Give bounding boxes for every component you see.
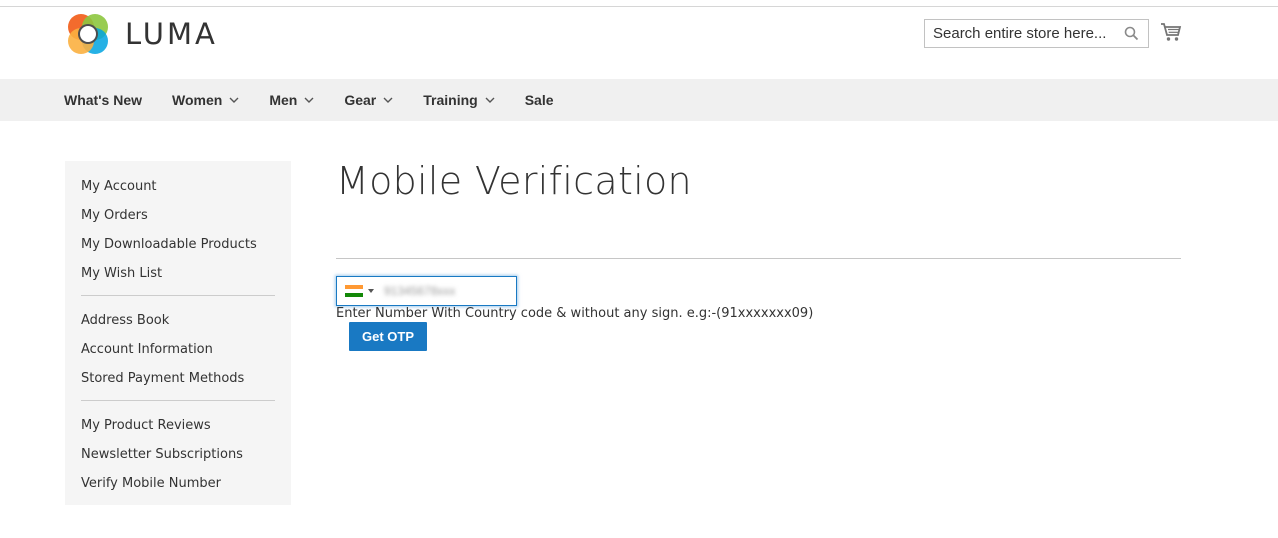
sidebar-item-account-information[interactable]: Account Information bbox=[81, 340, 275, 369]
page-title: Mobile Verification bbox=[336, 159, 692, 203]
title-divider bbox=[336, 258, 1181, 259]
chevron-down-icon bbox=[383, 97, 393, 103]
phone-input-field bbox=[336, 276, 517, 306]
nav-item-women[interactable]: Women bbox=[172, 92, 239, 108]
chevron-down-icon bbox=[229, 97, 239, 103]
nav-item-whats-new[interactable]: What's New bbox=[64, 92, 142, 108]
search-box bbox=[924, 19, 1149, 48]
logo-text: LUMA bbox=[125, 17, 218, 51]
nav-item-label: Men bbox=[269, 92, 298, 108]
sidebar-item-my-orders[interactable]: My Orders bbox=[81, 206, 275, 235]
nav-item-label: Gear bbox=[344, 92, 377, 108]
browser-top-edge bbox=[0, 0, 1278, 7]
main-content: Mobile Verification Enter Number With Co… bbox=[336, 159, 1181, 351]
sidebar-item-wish-list[interactable]: My Wish List bbox=[81, 264, 275, 293]
india-flag-icon[interactable] bbox=[345, 285, 363, 297]
account-sidebar: My Account My Orders My Downloadable Pro… bbox=[65, 161, 291, 505]
site-header: LUMA bbox=[0, 7, 1278, 79]
nav-item-label: Training bbox=[423, 92, 478, 108]
nav-item-sale[interactable]: Sale bbox=[525, 92, 554, 108]
shopping-cart-icon[interactable] bbox=[1160, 21, 1182, 43]
get-otp-button[interactable]: Get OTP bbox=[349, 322, 427, 351]
luma-logo-icon bbox=[68, 14, 108, 54]
luma-logo[interactable]: LUMA bbox=[65, 11, 218, 57]
search-input[interactable] bbox=[925, 20, 1115, 47]
sidebar-divider bbox=[81, 400, 275, 401]
chevron-down-icon bbox=[485, 97, 495, 103]
sidebar-item-verify-mobile-number[interactable]: Verify Mobile Number bbox=[81, 474, 275, 503]
sidebar-item-address-book[interactable]: Address Book bbox=[81, 311, 275, 340]
sidebar-item-stored-payment-methods[interactable]: Stored Payment Methods bbox=[81, 369, 275, 398]
sidebar-item-downloadable-products[interactable]: My Downloadable Products bbox=[81, 235, 275, 264]
chevron-down-icon bbox=[304, 97, 314, 103]
search-icon[interactable] bbox=[1124, 26, 1139, 41]
nav-item-label: Women bbox=[172, 92, 223, 108]
sidebar-item-my-account[interactable]: My Account bbox=[81, 177, 275, 206]
nav-item-training[interactable]: Training bbox=[423, 92, 495, 108]
country-dropdown-caret-icon[interactable] bbox=[368, 289, 374, 293]
nav-item-label: What's New bbox=[64, 92, 143, 108]
main-navigation: What's New Women Men Gear Training Sale bbox=[0, 79, 1278, 121]
nav-item-men[interactable]: Men bbox=[269, 92, 314, 108]
mobile-number-input[interactable] bbox=[384, 279, 504, 303]
nav-item-gear[interactable]: Gear bbox=[344, 92, 393, 108]
sidebar-item-product-reviews[interactable]: My Product Reviews bbox=[81, 416, 275, 445]
nav-item-label: Sale bbox=[524, 92, 554, 108]
sidebar-divider bbox=[81, 295, 275, 296]
sidebar-item-newsletter-subscriptions[interactable]: Newsletter Subscriptions bbox=[81, 445, 275, 474]
phone-format-hint: Enter Number With Country code & without… bbox=[336, 306, 814, 321]
